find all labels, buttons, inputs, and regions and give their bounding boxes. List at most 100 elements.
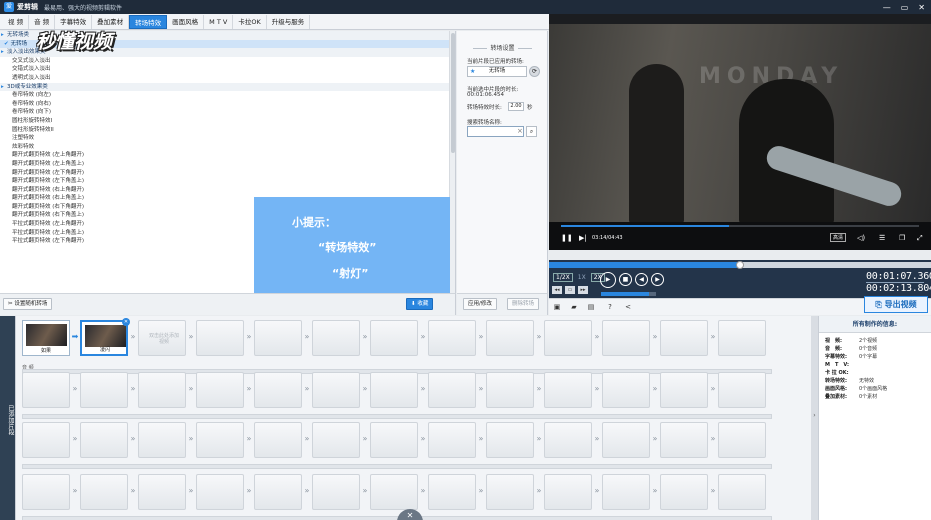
empty-clip-slot[interactable]	[196, 422, 244, 458]
video-progress-bar[interactable]	[561, 225, 919, 227]
empty-clip-slot[interactable]	[370, 372, 418, 408]
empty-clip-slot[interactable]	[80, 474, 128, 510]
empty-clip-slot[interactable]	[486, 422, 534, 458]
empty-clip-slot[interactable]	[544, 474, 592, 510]
minimize-icon[interactable]: —	[883, 3, 891, 12]
volume-slider[interactable]	[601, 292, 656, 296]
pip-icon[interactable]: ❐	[899, 234, 905, 242]
empty-clip-slot[interactable]	[312, 422, 360, 458]
empty-clip-slot[interactable]	[370, 320, 418, 356]
empty-clip-slot[interactable]	[660, 320, 708, 356]
remove-clip-icon[interactable]: ✕	[122, 318, 130, 326]
effect-item[interactable]: 炫彩特效	[0, 143, 455, 152]
empty-clip-slot[interactable]	[312, 372, 360, 408]
random-transition-button[interactable]: ✂ 设置随机转场	[3, 298, 53, 310]
empty-clip-slot[interactable]	[544, 320, 592, 356]
empty-clip-slot[interactable]	[428, 372, 476, 408]
tab-picture-style[interactable]: 画面风格	[167, 14, 205, 29]
effect-item[interactable]: 交错式淡入淡出	[0, 65, 455, 74]
empty-clip-slot[interactable]	[428, 320, 476, 356]
empty-clip-slot[interactable]	[544, 372, 592, 408]
next-icon[interactable]: ▶|	[579, 234, 587, 242]
effect-item[interactable]: 圆柱形旋转特效II	[0, 126, 455, 135]
export-video-button[interactable]: ⎘ 导出视频	[864, 296, 928, 313]
empty-clip-slot[interactable]	[22, 422, 70, 458]
empty-clip-slot[interactable]	[602, 372, 650, 408]
empty-clip-slot[interactable]	[80, 372, 128, 408]
effect-item[interactable]: 翻开式翻页特效 (左下角盖上)	[0, 177, 455, 186]
empty-clip-slot[interactable]	[602, 320, 650, 356]
fullscreen-icon[interactable]: ⤢	[917, 234, 923, 243]
effect-item[interactable]: 卷帘特效 (向下)	[0, 108, 455, 117]
tab-upgrade-service[interactable]: 升级与服务	[267, 14, 311, 29]
save-icon[interactable]: ▤	[586, 302, 596, 312]
empty-clip-slot[interactable]: 双击此处添加视频	[138, 320, 186, 356]
rewind-icon[interactable]: ◂◂	[552, 286, 562, 294]
list-icon[interactable]: ☰	[879, 234, 885, 242]
clear-icon[interactable]: ×	[517, 126, 523, 137]
tab-mtv[interactable]: M T V	[204, 14, 234, 29]
empty-clip-slot[interactable]	[22, 474, 70, 510]
effect-item[interactable]: 圆柱形旋转特效I	[0, 117, 455, 126]
effect-item[interactable]: 翻开式翻页特效 (左上角翻开)	[0, 151, 455, 160]
track-strip[interactable]	[22, 464, 772, 469]
empty-clip-slot[interactable]	[718, 372, 766, 408]
empty-clip-slot[interactable]	[428, 474, 476, 510]
effect-item[interactable]: 交叉式淡入淡出	[0, 57, 455, 66]
empty-clip-slot[interactable]	[22, 372, 70, 408]
empty-clip-slot[interactable]	[254, 422, 302, 458]
empty-clip-slot[interactable]	[138, 422, 186, 458]
frame-icon[interactable]: ▭	[565, 286, 575, 294]
help-icon[interactable]: ?	[605, 302, 615, 312]
empty-clip-slot[interactable]	[718, 320, 766, 356]
empty-clip-slot[interactable]	[486, 372, 534, 408]
search-transition-input[interactable]	[467, 126, 524, 137]
empty-clip-slot[interactable]	[254, 320, 302, 356]
image-icon[interactable]: ▣	[552, 302, 562, 312]
empty-clip-slot[interactable]	[254, 474, 302, 510]
speed-half[interactable]: 1/2X	[553, 273, 573, 282]
empty-clip-slot[interactable]	[138, 474, 186, 510]
maximize-icon[interactable]: ▭	[901, 3, 909, 12]
tab-video[interactable]: 视 频	[3, 14, 30, 29]
collapse-panel-icon[interactable]: ›	[811, 316, 818, 520]
empty-clip-slot[interactable]	[544, 422, 592, 458]
effects-group[interactable]: 3D或专业效果类	[0, 82, 455, 92]
empty-clip-slot[interactable]	[80, 422, 128, 458]
empty-clip-slot[interactable]	[718, 474, 766, 510]
play-icon[interactable]: ▶	[600, 272, 616, 288]
effect-item[interactable]: 卷帘特效 (向左)	[0, 91, 455, 100]
added-clips-tab[interactable]: 已添加片段	[0, 316, 15, 520]
effect-item[interactable]: 卷帘特效 (向右)	[0, 100, 455, 109]
current-transition-field[interactable]: ★ 无转场	[467, 66, 527, 77]
playback-timeline[interactable]	[549, 261, 931, 269]
empty-clip-slot[interactable]	[718, 422, 766, 458]
next-frame-icon[interactable]: ▶	[651, 273, 664, 286]
empty-clip-slot[interactable]	[312, 320, 360, 356]
empty-clip-slot[interactable]	[196, 474, 244, 510]
pause-icon[interactable]: ❚❚	[561, 234, 573, 242]
empty-clip-slot[interactable]	[312, 474, 360, 510]
track-strip[interactable]	[22, 414, 772, 419]
video-clip[interactable]: 凌闪 ✕	[80, 318, 130, 356]
empty-clip-slot[interactable]	[370, 422, 418, 458]
empty-clip-slot[interactable]	[660, 422, 708, 458]
effect-item[interactable]: 翻开式翻页特效 (右上角翻开)	[0, 186, 455, 195]
effect-item[interactable]: 透明式淡入淡出	[0, 74, 455, 83]
empty-clip-slot[interactable]	[196, 372, 244, 408]
volume-icon[interactable]: ◁)	[857, 234, 865, 242]
empty-clip-slot[interactable]	[486, 474, 534, 510]
empty-clip-slot[interactable]	[660, 474, 708, 510]
video-preview[interactable]: MONDAY ❚❚ ▶| 03:14/04:43 高清 ◁) ☰ ❐ ⤢	[549, 14, 931, 250]
forward-icon[interactable]: ▸▸	[578, 286, 588, 294]
stop-icon[interactable]: ■	[619, 273, 632, 286]
video-clip[interactable]: 如果	[22, 320, 70, 356]
scrollbar-thumb[interactable]	[451, 33, 455, 153]
transition-duration-input[interactable]: 2.00	[508, 102, 524, 111]
effect-item[interactable]: 翻开式翻页特效 (左下角翻开)	[0, 169, 455, 178]
empty-clip-slot[interactable]	[428, 422, 476, 458]
refresh-icon[interactable]: ⟳	[529, 66, 540, 77]
empty-clip-slot[interactable]	[254, 372, 302, 408]
effect-item[interactable]: 注塑特效	[0, 134, 455, 143]
quality-button[interactable]: 高清	[830, 233, 847, 242]
